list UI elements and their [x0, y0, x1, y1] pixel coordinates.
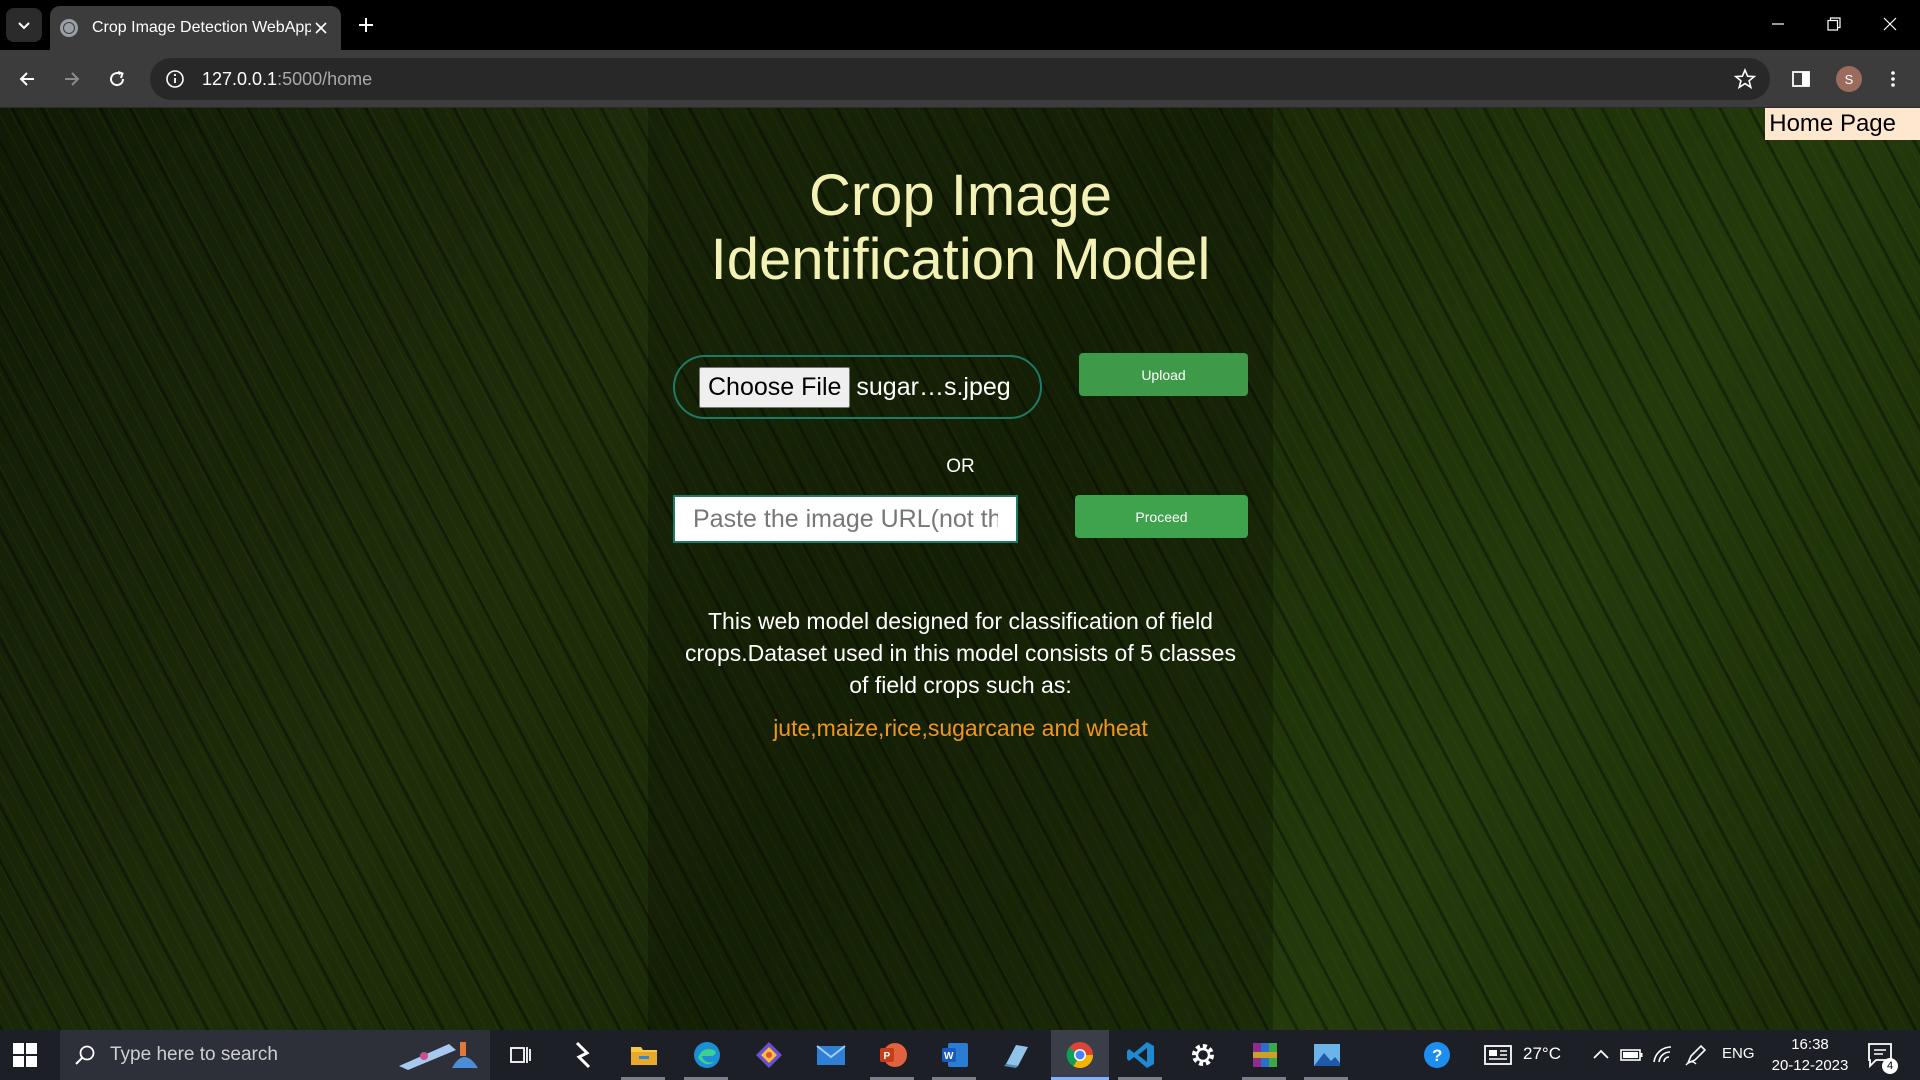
clock-time: 16:38 — [1791, 1036, 1829, 1053]
powerpoint-icon[interactable]: P — [877, 1039, 909, 1071]
new-tab-button[interactable] — [353, 12, 379, 38]
file-input[interactable]: Choose File sugar…s.jpeg — [673, 355, 1042, 419]
close-icon — [1883, 17, 1897, 31]
taskbar-clock[interactable]: 16:38 20-12-2023 — [1760, 1034, 1860, 1076]
chevron-down-icon — [18, 22, 30, 30]
browser-tab-strip: Crop Image Detection WebApp — [0, 0, 1920, 50]
upload-button[interactable]: Upload — [1079, 353, 1248, 396]
address-bar[interactable]: 127.0.0.1:5000/home — [150, 58, 1770, 100]
tab-search-button[interactable] — [6, 8, 42, 42]
arrow-right-icon — [65, 72, 80, 86]
proceed-button[interactable]: Proceed — [1075, 495, 1248, 538]
url-path: :5000/home — [277, 68, 373, 89]
page-background: Home Page Crop Image Identification Mode… — [0, 108, 1920, 1030]
taskbar-search[interactable]: Type here to search — [60, 1030, 490, 1080]
file-explorer-icon[interactable] — [628, 1039, 660, 1071]
star-icon[interactable] — [1734, 68, 1756, 90]
word-icon[interactable]: W — [939, 1039, 971, 1071]
svg-text:W: W — [944, 1051, 954, 1062]
chrome-icon[interactable] — [1064, 1039, 1096, 1071]
mail-icon[interactable] — [815, 1039, 847, 1071]
battery-icon[interactable] — [1616, 1039, 1648, 1071]
svg-text:P: P — [884, 1051, 891, 1062]
arrow-left-icon — [19, 72, 34, 86]
side-panel-icon — [1792, 71, 1810, 87]
chevron-up-icon[interactable] — [1585, 1039, 1617, 1071]
profile-avatar[interactable]: S — [1836, 66, 1862, 92]
info-icon[interactable] — [164, 68, 186, 90]
weather-news-icon[interactable] — [1482, 1039, 1514, 1071]
help-icon[interactable]: ? — [1421, 1039, 1453, 1071]
language-indicator[interactable]: ENG — [1722, 1045, 1755, 1062]
weather-temperature[interactable]: 27°C — [1523, 1044, 1561, 1064]
vscode-icon[interactable] — [1125, 1039, 1157, 1071]
selected-file-name: sugar…s.jpeg — [856, 372, 1011, 401]
search-highlight-icon — [399, 1042, 478, 1070]
close-window-button[interactable] — [1862, 0, 1918, 48]
image-url-input[interactable] — [673, 495, 1018, 543]
notification-badge: 4 — [1882, 1058, 1898, 1074]
notification-center-button[interactable]: 4 — [1864, 1039, 1898, 1074]
tab-title: Crop Image Detection WebApp — [92, 19, 311, 36]
windows-taskbar: Type here to search P W ? 27°C ENG 16:38… — [0, 1030, 1920, 1080]
search-icon — [75, 1045, 95, 1065]
settings-icon[interactable] — [1187, 1039, 1219, 1071]
edge-icon[interactable] — [691, 1039, 723, 1071]
forward-button[interactable] — [55, 62, 89, 96]
side-panel-button[interactable] — [1784, 62, 1818, 96]
reload-button[interactable] — [100, 62, 134, 96]
back-button[interactable] — [10, 62, 44, 96]
minimize-button[interactable] — [1750, 0, 1806, 48]
minimize-icon — [1772, 23, 1784, 25]
photos-icon[interactable] — [1311, 1039, 1343, 1071]
git-icon[interactable] — [753, 1039, 785, 1071]
description-text: This web model designed for classificati… — [685, 608, 1236, 698]
app-icon[interactable] — [567, 1039, 599, 1071]
close-icon[interactable] — [311, 18, 331, 38]
home-page-link[interactable]: Home Page — [1765, 108, 1920, 140]
windows-start-icon[interactable] — [12, 1042, 38, 1068]
url-host: 127.0.0.1 — [202, 68, 278, 89]
restore-icon — [1827, 17, 1841, 31]
svg-text:?: ? — [1432, 1046, 1442, 1065]
browser-tab-active[interactable]: Crop Image Detection WebApp — [50, 6, 341, 50]
wifi-icon[interactable] — [1647, 1039, 1679, 1071]
restore-button[interactable] — [1806, 0, 1862, 48]
plus-icon — [359, 18, 373, 32]
winrar-icon[interactable] — [1249, 1039, 1281, 1071]
globe-icon — [60, 19, 78, 37]
browser-toolbar: 127.0.0.1:5000/home S — [0, 50, 1920, 108]
choose-file-button[interactable]: Choose File — [699, 366, 851, 408]
pen-icon[interactable] — [1680, 1039, 1712, 1071]
crop-classes-text: jute,maize,rice,sugarcane and wheat — [773, 715, 1148, 741]
clock-date: 20-12-2023 — [1771, 1057, 1849, 1074]
search-placeholder: Type here to search — [110, 1044, 278, 1065]
or-separator: OR — [946, 456, 975, 477]
page-title: Crop Image Identification Model — [710, 163, 1211, 292]
browser-menu-button[interactable] — [1876, 62, 1910, 96]
task-view-icon[interactable] — [504, 1039, 536, 1071]
notes-icon[interactable] — [1001, 1039, 1033, 1071]
reload-icon — [110, 71, 125, 87]
more-vertical-icon — [1891, 71, 1895, 87]
